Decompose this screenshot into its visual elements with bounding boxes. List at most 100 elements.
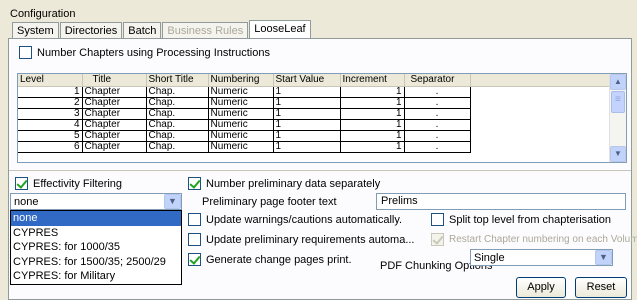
generate-change-option[interactable]: Generate change pages print. xyxy=(188,253,352,266)
pdf-chunking-select[interactable]: Single ▼ xyxy=(470,249,613,266)
cell-numbering[interactable]: Numeric xyxy=(208,119,274,131)
chevron-down-icon[interactable]: ▼ xyxy=(595,250,612,265)
dropdown-option[interactable]: none xyxy=(11,211,181,226)
cell-separator[interactable]: . xyxy=(404,130,471,142)
column-header-numbering[interactable]: Numbering xyxy=(208,74,274,87)
split-top-option[interactable]: Split top level from chapterisation xyxy=(431,213,611,226)
cell-level[interactable]: 1 xyxy=(18,86,83,98)
cell-numbering[interactable]: Numeric xyxy=(208,130,274,142)
column-header-start-value[interactable]: Start Value xyxy=(273,74,341,87)
scroll-thumb[interactable] xyxy=(611,91,625,113)
update-warnings-checkbox[interactable] xyxy=(188,213,201,226)
reset-button[interactable]: Reset xyxy=(575,277,627,298)
generate-change-label: Generate change pages print. xyxy=(206,253,352,266)
tab-batch[interactable]: Batch xyxy=(123,22,162,38)
prelim-footer-input[interactable]: Prelims xyxy=(376,193,626,210)
cell-level[interactable]: 4 xyxy=(18,119,83,131)
cell-level[interactable]: 6 xyxy=(18,141,83,153)
restart-chapter-label: Restart Chapter numbering on each Volume xyxy=(449,234,637,245)
column-header-short-title[interactable]: Short Title xyxy=(146,74,209,87)
table-row[interactable]: 6 Chapter Chap. Numeric 1 1. xyxy=(18,141,612,153)
cell-short[interactable]: Chap. xyxy=(146,141,209,153)
apply-button[interactable]: Apply xyxy=(516,277,566,298)
cell-title[interactable]: Chapter xyxy=(82,86,147,98)
update-prelim-checkbox[interactable] xyxy=(188,233,201,246)
cell-start[interactable]: 1 xyxy=(273,97,341,109)
column-header-increment[interactable]: Increment xyxy=(340,74,405,87)
chevron-down-icon[interactable]: ▼ xyxy=(164,194,181,209)
table-row[interactable]: 1 Chapter Chap. Numeric 1 1. xyxy=(18,86,612,98)
number-prelim-checkbox[interactable] xyxy=(188,177,201,190)
dropdown-option[interactable]: CYPRES: for Military xyxy=(11,269,181,284)
cell-separator[interactable]: . xyxy=(404,97,471,109)
column-header-title[interactable]: Title xyxy=(82,74,147,87)
cell-increment[interactable]: 1 xyxy=(340,97,405,109)
cell-level[interactable]: 5 xyxy=(18,130,83,142)
grid-header-row: Level Title Short Title Numbering Start … xyxy=(18,74,612,87)
cell-separator[interactable]: . xyxy=(404,141,471,153)
cell-short[interactable]: Chap. xyxy=(146,108,209,120)
chapter-levels-grid[interactable]: Level Title Short Title Numbering Start … xyxy=(17,73,627,163)
tab-looseleaf[interactable]: LooseLeaf xyxy=(249,20,311,38)
cell-start[interactable]: 1 xyxy=(273,86,341,98)
row-filler xyxy=(470,97,612,108)
split-top-checkbox[interactable] xyxy=(431,213,444,226)
cell-increment[interactable]: 1 xyxy=(340,86,405,98)
cell-increment[interactable]: 1 xyxy=(340,108,405,120)
generate-change-checkbox[interactable] xyxy=(188,253,201,266)
column-header-separator[interactable]: Separator xyxy=(404,74,471,87)
restart-chapter-option: Restart Chapter numbering on each Volume xyxy=(431,233,637,246)
column-header-level[interactable]: Level xyxy=(18,74,83,87)
cell-short[interactable]: Chap. xyxy=(146,119,209,131)
cell-level[interactable]: 2 xyxy=(18,97,83,109)
cell-short[interactable]: Chap. xyxy=(146,86,209,98)
update-prelim-option[interactable]: Update preliminary requirements automa..… xyxy=(188,233,414,246)
row-filler xyxy=(470,130,612,141)
cell-short[interactable]: Chap. xyxy=(146,130,209,142)
cell-increment[interactable]: 1 xyxy=(340,119,405,131)
cell-level[interactable]: 3 xyxy=(18,108,83,120)
cell-start[interactable]: 1 xyxy=(273,141,341,153)
tab-system[interactable]: System xyxy=(12,22,59,38)
cell-title[interactable]: Chapter xyxy=(82,97,147,109)
table-row[interactable]: 5 Chapter Chap. Numeric 1 1. xyxy=(18,130,612,142)
effectivity-selected-value: none xyxy=(14,196,39,208)
cell-numbering[interactable]: Numeric xyxy=(208,86,274,98)
scroll-down-icon[interactable]: ▼ xyxy=(610,146,626,162)
cell-start[interactable]: 1 xyxy=(273,108,341,120)
effectivity-option[interactable]: Effectivity Filtering xyxy=(15,177,122,190)
cell-increment[interactable]: 1 xyxy=(340,141,405,153)
number-chapters-checkbox[interactable] xyxy=(19,46,32,59)
grid-vertical-scrollbar[interactable]: ▲ ▼ xyxy=(609,74,626,162)
cell-separator[interactable]: . xyxy=(404,86,471,98)
column-header-filler xyxy=(470,74,612,87)
table-row[interactable]: 3 Chapter Chap. Numeric 1 1. xyxy=(18,108,612,120)
cell-separator[interactable]: . xyxy=(404,108,471,120)
cell-increment[interactable]: 1 xyxy=(340,130,405,142)
cell-start[interactable]: 1 xyxy=(273,130,341,142)
number-prelim-option[interactable]: Number preliminary data separately xyxy=(188,177,380,190)
effectivity-select[interactable]: none ▼ xyxy=(10,193,182,210)
cell-numbering[interactable]: Numeric xyxy=(208,97,274,109)
effectivity-checkbox[interactable] xyxy=(15,177,28,190)
cell-title[interactable]: Chapter xyxy=(82,119,147,131)
cell-title[interactable]: Chapter xyxy=(82,130,147,142)
number-chapters-option[interactable]: Number Chapters using Processing Instruc… xyxy=(19,46,270,59)
scroll-up-icon[interactable]: ▲ xyxy=(610,74,626,90)
dropdown-option[interactable]: CYPRES: for 1000/35 xyxy=(11,240,181,255)
dropdown-option[interactable]: CYPRES: for 1500/35; 2500/29 xyxy=(11,255,181,270)
table-row[interactable]: 2 Chapter Chap. Numeric 1 1. xyxy=(18,97,612,109)
cell-numbering[interactable]: Numeric xyxy=(208,108,274,120)
cell-numbering[interactable]: Numeric xyxy=(208,141,274,153)
cell-start[interactable]: 1 xyxy=(273,119,341,131)
dropdown-option[interactable]: CYPRES xyxy=(11,226,181,241)
cell-short[interactable]: Chap. xyxy=(146,97,209,109)
effectivity-dropdown-list: none CYPRES CYPRES: for 1000/35 CYPRES: … xyxy=(10,210,182,285)
table-row[interactable]: 4 Chapter Chap. Numeric 1 1. xyxy=(18,119,612,131)
cell-title[interactable]: Chapter xyxy=(82,108,147,120)
split-top-label: Split top level from chapterisation xyxy=(449,213,612,226)
tab-directories[interactable]: Directories xyxy=(59,22,123,38)
update-warnings-option[interactable]: Update warnings/cautions automatically. xyxy=(188,213,402,226)
cell-separator[interactable]: . xyxy=(404,119,471,131)
cell-title[interactable]: Chapter xyxy=(82,141,147,153)
